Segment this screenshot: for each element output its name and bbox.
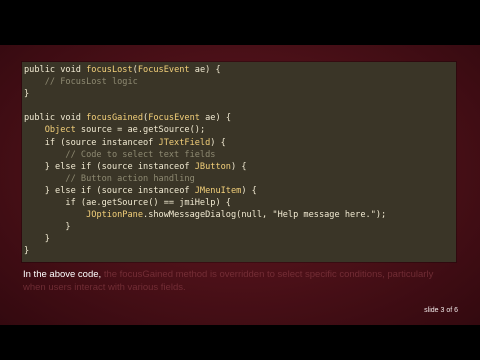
code-line: }	[24, 245, 386, 257]
code-token: getSource	[143, 125, 190, 136]
code-token: // Button action handling	[24, 173, 195, 184]
code-token: } else if (source instanceof	[24, 161, 195, 172]
code-token: public void	[24, 113, 87, 124]
code-token: ) {	[210, 137, 226, 148]
code-line: public void focusGained(FocusEvent ae) {	[24, 112, 386, 124]
code-token: source = ae.	[75, 125, 144, 136]
code-token: focusGained	[86, 113, 144, 124]
slide-caption: In the above code, the focusGained metho…	[23, 268, 443, 294]
code-token: if (source instanceof	[24, 137, 159, 148]
code-line: JOptionPane.showMessageDialog(null, "Hel…	[24, 209, 386, 221]
code-token: }	[24, 246, 30, 257]
code-token: focusLost	[86, 65, 133, 75]
code-line: }	[24, 233, 386, 245]
code-line: public void focusLost(FocusEvent ae) {	[24, 64, 386, 76]
code-token: Object	[44, 125, 76, 136]
code-token: ) {	[230, 161, 247, 172]
code-line: // Button action handling	[24, 173, 386, 185]
code-token: }	[24, 222, 71, 233]
code-line: }	[24, 88, 386, 100]
code-line: } else if (source instanceof JMenuItem) …	[24, 185, 386, 197]
code-token: (null,	[236, 210, 273, 221]
code-token: JTextField	[158, 137, 211, 148]
code-token: JButton	[194, 161, 231, 172]
code-line: // Code to select text fields	[24, 149, 386, 161]
code-listing: public void focusLost(FocusEvent ae) { /…	[24, 64, 386, 258]
code-line: } else if (source instanceof JButton) {	[24, 161, 386, 173]
code-token: ae) {	[189, 65, 221, 75]
code-token: ) {	[241, 185, 257, 196]
video-frame: public void focusLost(FocusEvent ae) { /…	[0, 0, 480, 360]
code-token: }	[24, 234, 50, 245]
presentation-slide: public void focusLost(FocusEvent ae) { /…	[0, 45, 480, 325]
code-token: } else if (source instanceof	[24, 185, 195, 196]
code-token: ae) {	[199, 113, 231, 124]
code-token: // FocusLost logic	[24, 77, 138, 88]
code-line: if (ae.getSource() == jmiHelp) {	[24, 197, 386, 209]
code-token: JOptionPane	[86, 210, 144, 221]
code-token: ();	[189, 125, 206, 136]
code-token: showMessageDialog	[148, 210, 237, 221]
code-token: public void	[24, 65, 87, 75]
code-token: JMenuItem	[194, 185, 242, 196]
caption-visible-text: In the above code,	[23, 269, 104, 280]
code-token: if (ae.	[24, 198, 102, 209]
code-line: if (source instanceof JTextField) {	[24, 137, 386, 149]
code-token: // Code to select text fields	[24, 149, 216, 160]
code-line: // FocusLost logic	[24, 76, 386, 88]
code-line: }	[24, 221, 386, 233]
code-token: );	[375, 210, 387, 221]
code-token: FocusEvent	[137, 65, 190, 75]
code-token: () == jmiHelp) {	[148, 198, 231, 209]
code-block: public void focusLost(FocusEvent ae) { /…	[22, 62, 456, 262]
code-token: "Help message here."	[272, 210, 376, 221]
slide-number: slide 3 of 6	[424, 307, 458, 314]
code-token: FocusEvent	[148, 113, 200, 124]
code-line: Object source = ae.getSource();	[24, 124, 386, 136]
code-token: getSource	[101, 198, 149, 209]
code-token: }	[24, 89, 30, 100]
